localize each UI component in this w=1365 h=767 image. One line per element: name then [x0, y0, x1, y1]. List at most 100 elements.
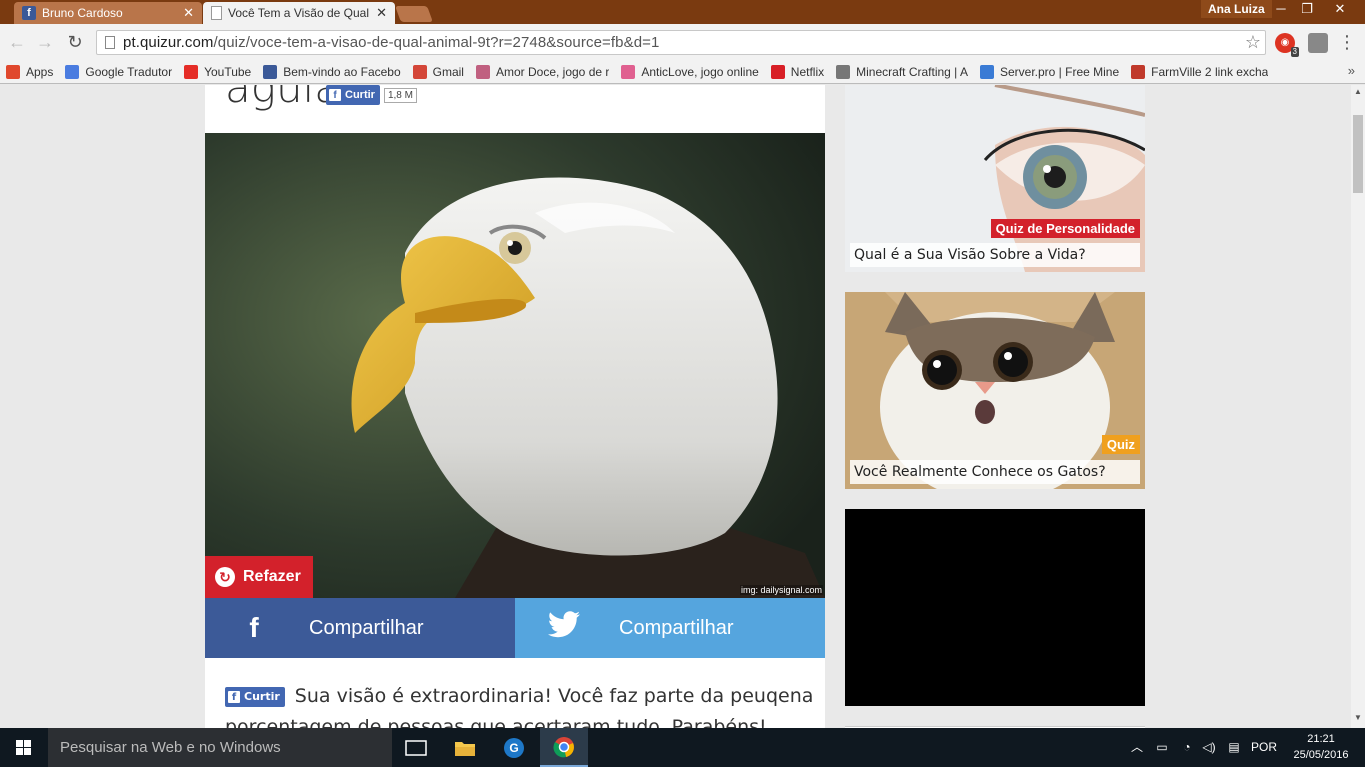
quiz-title: Você Realmente Conhece os Gatos? [850, 460, 1140, 484]
page-icon [211, 6, 222, 20]
redo-icon: ↻ [215, 567, 235, 587]
facebook-icon [263, 64, 278, 79]
facebook-icon: f [249, 612, 259, 643]
task-view-icon[interactable] [392, 728, 440, 767]
share-facebook-label: Compartilhar [309, 616, 424, 639]
bookmark-label: FarmVille 2 link excha [1151, 64, 1269, 79]
bookmark-item[interactable]: Amor Doce, jogo de r [475, 64, 610, 79]
bookmark-label: Server.pro | Free Mine [999, 64, 1120, 79]
bookmark-item[interactable]: Apps [6, 64, 53, 79]
bookmark-label: Gmail [432, 64, 464, 79]
url-text[interactable]: pt.quizur.com/quiz/voce-tem-a-visao-de-q… [123, 34, 659, 51]
minecraft-icon [836, 64, 851, 79]
battery-icon[interactable]: ▭ [1152, 728, 1172, 767]
file-explorer-icon[interactable] [441, 728, 489, 767]
share-twitter-label: Compartilhar [619, 616, 734, 639]
farmville-icon [1131, 64, 1146, 79]
restore-button[interactable]: ❐ [1294, 0, 1320, 18]
tab-bruno-cardoso[interactable]: f Bruno Cardoso ✕ [14, 2, 202, 24]
clock-time: 21:21 [1307, 733, 1335, 745]
bookmark-star-icon[interactable]: ☆ [1245, 32, 1261, 53]
facebook-like-widget[interactable]: f Curtir [225, 686, 285, 707]
extension-icon[interactable] [1308, 33, 1328, 53]
bookmarks-overflow-icon[interactable]: » [1348, 63, 1355, 78]
tab-title: Bruno Cardoso [42, 6, 123, 20]
bookmark-item[interactable]: Gmail [412, 64, 464, 79]
result-description-text: Sua visão é extraordinaria! Você faz par… [225, 685, 814, 728]
server-pro-icon [979, 64, 994, 79]
chrome-menu-icon[interactable]: ⋮ [1338, 32, 1356, 53]
video-ad-placeholder[interactable] [845, 509, 1145, 706]
facebook-icon: f [329, 89, 341, 101]
heart-icon [621, 64, 636, 79]
related-quiz-card-cats[interactable]: Quiz Você Realmente Conhece os Gatos? [845, 292, 1145, 489]
bookmark-item[interactable]: Minecraft Crafting | A [836, 64, 968, 79]
adblock-icon[interactable]: ◉ 3 [1275, 33, 1299, 57]
start-button[interactable] [0, 728, 48, 767]
volume-icon[interactable]: ◁) [1199, 728, 1219, 767]
bookmark-item[interactable]: Netflix [770, 64, 825, 79]
action-center-icon[interactable]: ▤ [1223, 728, 1245, 767]
facebook-like-widget[interactable]: f Curtir 1,8 M [326, 85, 417, 105]
youtube-icon [184, 64, 199, 79]
tab-quiz[interactable]: Você Tem a Visão de Qual ✕ [203, 2, 395, 24]
apps-grid-icon [6, 64, 20, 79]
scroll-down-icon[interactable]: ▼ [1351, 713, 1365, 722]
taskbar-search-input[interactable]: Pesquisar na Web e no Windows [48, 728, 392, 767]
image-credit: img: dailysignal.com [739, 585, 823, 595]
close-window-button[interactable]: ✕ [1320, 0, 1360, 18]
close-tab-icon[interactable]: ✕ [183, 5, 194, 21]
bookmark-item[interactable]: Server.pro | Free Mine [979, 64, 1120, 79]
svg-text:G: G [509, 741, 518, 755]
profile-button[interactable]: Ana Luiza [1201, 0, 1272, 18]
chrome-icon[interactable] [540, 728, 588, 767]
windows-taskbar: Pesquisar na Web e no Windows G ︿ ▭ ◔ ◁)… [0, 728, 1365, 767]
bookmark-item[interactable]: Bem-vindo ao Facebo [263, 64, 401, 79]
clock-date: 25/05/2016 [1293, 749, 1349, 761]
windows-logo-icon [16, 740, 31, 755]
like-button[interactable]: f Curtir [326, 85, 380, 105]
clock[interactable]: 21:21 25/05/2016 [1286, 731, 1356, 763]
result-card: águia f Curtir 1,8 M ↻ Refazer img: dail… [205, 85, 825, 728]
redo-button[interactable]: ↻ Refazer [205, 556, 313, 598]
bookmark-label: Netflix [790, 64, 825, 79]
netflix-icon [770, 64, 785, 79]
page-info-icon[interactable] [105, 36, 115, 49]
share-facebook-button[interactable]: f Compartilhar [205, 598, 515, 658]
google-translate-icon [65, 64, 80, 79]
bookmark-item[interactable]: YouTube [184, 64, 252, 79]
app-g-icon[interactable]: G [490, 728, 538, 767]
page-scrollbar[interactable]: ▲ ▼ [1351, 85, 1365, 728]
twitter-bird-icon [539, 610, 589, 646]
bookmark-item[interactable]: AnticLove, jogo online [621, 64, 759, 79]
result-image-eagle [205, 133, 825, 598]
bookmark-item[interactable]: FarmVille 2 link excha [1131, 64, 1269, 79]
scrollbar-thumb[interactable] [1353, 115, 1363, 193]
facebook-icon: f [228, 690, 240, 703]
quiz-type-badge: Quiz de Personalidade [990, 219, 1140, 238]
scroll-up-icon[interactable]: ▲ [1351, 87, 1365, 96]
language-indicator[interactable]: POR [1248, 728, 1280, 767]
bookmark-label: Amor Doce, jogo de r [495, 64, 610, 79]
wifi-icon[interactable]: ◔ [1177, 728, 1197, 767]
new-tab-button[interactable] [395, 6, 433, 22]
minimize-button[interactable]: ─ [1268, 0, 1294, 18]
address-bar[interactable]: pt.quizur.com/quiz/voce-tem-a-visao-de-q… [96, 30, 1266, 55]
result-title: águia [225, 85, 340, 112]
bookmark-item[interactable]: Google Tradutor [65, 64, 173, 79]
bookmark-label: AnticLove, jogo online [641, 64, 759, 79]
bookmark-label: Minecraft Crafting | A [856, 64, 968, 79]
share-twitter-button[interactable]: Compartilhar [515, 598, 825, 658]
related-quiz-card-vision[interactable]: Quiz de Personalidade Qual é a Sua Visão… [845, 85, 1145, 272]
show-hidden-icons-chevron[interactable]: ︿ [1128, 728, 1146, 767]
back-button[interactable]: ← [6, 31, 28, 53]
title-bar: f Bruno Cardoso ✕ Você Tem a Visão de Qu… [0, 0, 1365, 24]
bookmark-label: Google Tradutor [85, 64, 173, 79]
adblock-count-badge: 3 [1290, 47, 1299, 57]
gmail-icon [412, 64, 427, 79]
reload-button[interactable]: ↻ [64, 31, 86, 53]
bookmark-label: YouTube [204, 64, 252, 79]
like-button[interactable]: f Curtir [225, 686, 285, 707]
close-tab-icon[interactable]: ✕ [376, 5, 387, 21]
forward-button[interactable]: → [34, 31, 56, 53]
